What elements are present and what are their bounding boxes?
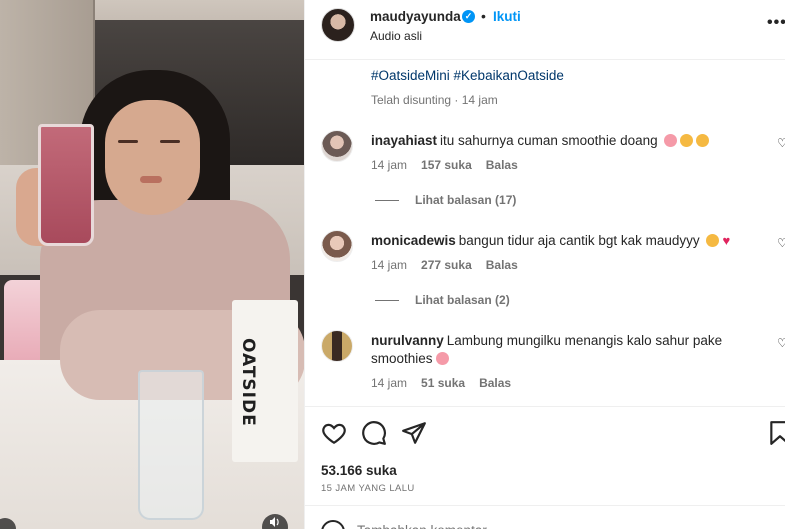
comment-body: monicadewis bangun tidur aja cantik bgt k… [371, 232, 743, 250]
media-eye [160, 140, 180, 143]
post-header: maudyayunda ✓ • Ikuti Audio asli ••• [305, 0, 785, 60]
media-carton-label: OATSIDE [238, 338, 258, 427]
post-side-panel: maudyayunda ✓ • Ikuti Audio asli ••• #Oa… [304, 0, 785, 529]
comment-meta: 14 jam 277 suka Balas [371, 258, 532, 272]
heart-emoji-icon: ♥ [722, 233, 731, 248]
caption-hashtags[interactable]: #OatsideMini #KebaikanOatside [371, 68, 564, 83]
separator-dot: • [481, 8, 486, 24]
media-lips [140, 176, 162, 183]
avatar[interactable] [321, 130, 353, 162]
comment-likes[interactable]: 157 suka [421, 158, 472, 172]
audio-link[interactable]: Audio asli [370, 29, 422, 43]
post-media[interactable]: OATSIDE [0, 0, 304, 529]
comment-meta: 14 jam 51 suka Balas [371, 376, 525, 390]
emoji-icon [664, 134, 678, 147]
post-time-ago: 15 JAM YANG LALU [321, 483, 415, 494]
comment-username[interactable]: inayahiast [371, 133, 437, 148]
caption-edited-time: Telah disunting · 14 jam [371, 93, 498, 107]
replies-line [375, 300, 399, 302]
emoji-icon [680, 134, 694, 147]
divider [305, 406, 785, 407]
media-person-face [105, 100, 200, 215]
replies-line [375, 200, 399, 202]
comment-time[interactable]: 14 jam [371, 258, 407, 272]
heart-icon[interactable] [321, 420, 347, 446]
comment-likes[interactable]: 51 suka [421, 376, 465, 390]
reply-button[interactable]: Balas [486, 158, 518, 172]
comment-likes[interactable]: 277 suka [421, 258, 472, 272]
comment-heart-icon[interactable]: ♡ [777, 136, 785, 150]
comment-heart-icon[interactable]: ♡ [777, 236, 785, 250]
avatar[interactable] [321, 230, 353, 262]
reply-button[interactable]: Balas [486, 258, 518, 272]
comment-text: itu sahurnya cuman smoothie doang [440, 133, 658, 148]
comment-time[interactable]: 14 jam [371, 376, 407, 390]
view-replies-button[interactable]: Lihat balasan (2) [375, 293, 510, 307]
comment-username[interactable]: nurulvanny [371, 333, 444, 348]
avatar[interactable] [321, 8, 355, 42]
verified-badge-icon: ✓ [462, 10, 475, 23]
likes-count[interactable]: 53.166 suka [321, 463, 397, 478]
media-empty-glass [138, 370, 204, 520]
reply-button[interactable]: Balas [479, 376, 511, 390]
share-icon[interactable] [401, 420, 427, 446]
view-replies-button[interactable]: Lihat balasan (17) [375, 193, 516, 207]
view-replies-label: Lihat balasan (17) [415, 193, 517, 207]
emoji-icon [706, 234, 720, 247]
media-eye [118, 140, 138, 143]
comment-text: bangun tidur aja cantik bgt kak maudyyy [458, 233, 700, 248]
comment-body: nurulvanny Lambung mungilku menangis kalo… [371, 332, 743, 368]
comment-input[interactable] [357, 520, 747, 529]
comment-meta: 14 jam 157 suka Balas [371, 158, 532, 172]
comment-heart-icon[interactable]: ♡ [777, 336, 785, 350]
comment-icon[interactable] [361, 420, 387, 446]
emoji-icon [696, 134, 710, 147]
comment-time[interactable]: 14 jam [371, 158, 407, 172]
emoji-icon [435, 352, 449, 365]
comment-body: inayahiast itu sahurnya cuman smoothie do… [371, 132, 743, 150]
media-smoothie-glass [38, 124, 94, 246]
bookmark-icon[interactable] [767, 420, 785, 446]
view-replies-label: Lihat balasan (2) [415, 293, 510, 307]
comment-composer [305, 506, 785, 529]
emoji-picker-icon[interactable] [321, 520, 345, 529]
comment-username[interactable]: monicadewis [371, 233, 456, 248]
post-username[interactable]: maudyayunda [370, 9, 461, 24]
more-options-icon[interactable]: ••• [767, 14, 785, 32]
follow-button[interactable]: Ikuti [493, 9, 521, 24]
avatar[interactable] [321, 330, 353, 362]
